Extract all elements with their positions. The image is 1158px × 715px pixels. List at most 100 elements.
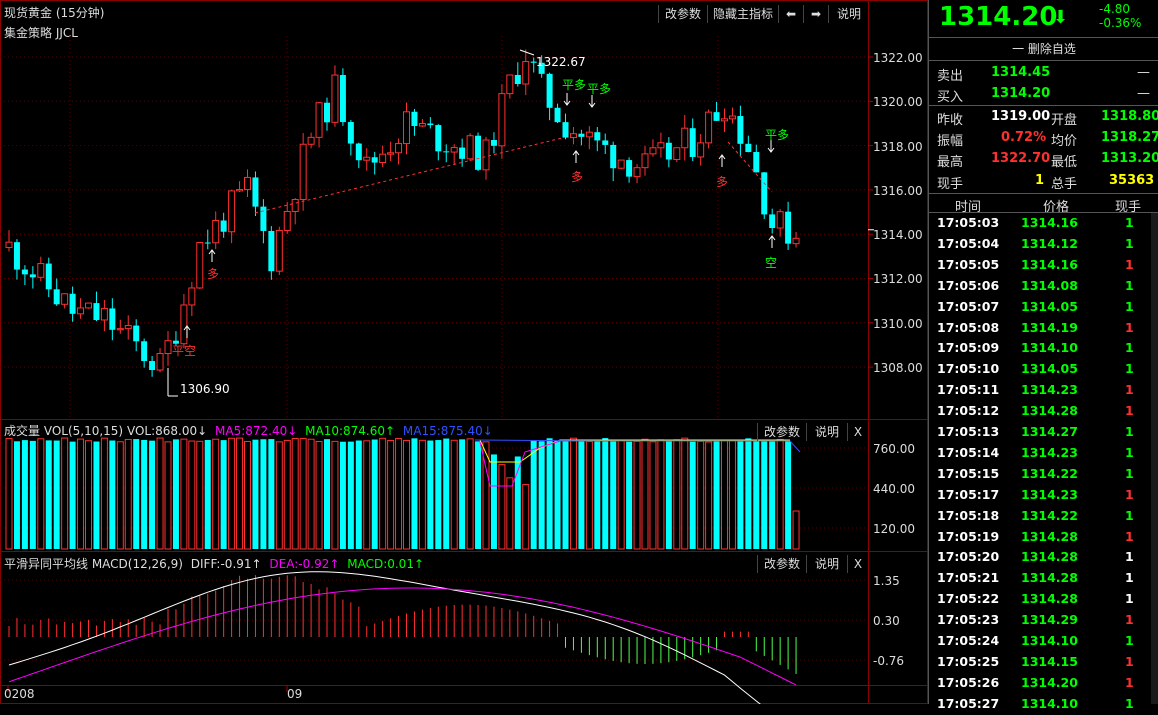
tick-list-scrollbar[interactable]	[1151, 213, 1158, 704]
macd-help-button[interactable]: 说明	[806, 555, 847, 573]
volume-bar	[466, 438, 474, 550]
volume-bar	[569, 437, 577, 550]
macd-close-icon[interactable]: X	[847, 555, 868, 573]
prev-close-label: 昨收	[937, 113, 964, 128]
tick-volume: 1	[1125, 674, 1134, 690]
price-tick: 1308.00	[873, 361, 923, 375]
candle-body	[61, 293, 69, 305]
candle-body	[204, 242, 211, 244]
candle-body	[260, 206, 267, 231]
macd-value: MACD:0.01↑	[347, 557, 425, 571]
tick-time: 17:05:13	[937, 424, 1000, 439]
tick-price: 1314.05	[1021, 361, 1078, 377]
tick-time: 17:05:17	[937, 486, 1000, 502]
tick-price: 1314.19	[1021, 319, 1078, 335]
price-tick: 1314.00	[873, 228, 923, 242]
high-label: 最高	[937, 155, 964, 170]
tick-row: 17:05:24 1314.10 1	[929, 631, 1151, 652]
tick-price: 1314.28	[1021, 570, 1078, 586]
candle-body	[506, 74, 514, 95]
price-tick: 1310.00	[873, 317, 923, 331]
tick-time: 17:05:03	[937, 215, 1000, 230]
volume-bar	[387, 439, 395, 550]
chart-area[interactable]: 现货黄金 (15分钟) 集金策略 JJCL 改参数 隐藏主指标 ⬅ ➡ 说明 成…	[0, 0, 928, 704]
tick-row: 17:05:12 1314.28 1	[929, 401, 1151, 422]
candle-body	[355, 143, 362, 161]
candle-body	[737, 116, 744, 144]
tick-row: 17:05:27 1314.10 1	[929, 694, 1151, 715]
candle-body	[244, 176, 251, 191]
volume-bar	[116, 441, 124, 550]
candle-body	[657, 142, 665, 149]
tick-row: 17:05:14 1314.23 1	[929, 443, 1151, 464]
candle-body	[220, 220, 227, 232]
tick-row: 17:05:10 1314.05 1	[929, 359, 1151, 380]
macd-params-button[interactable]: 改参数	[757, 555, 806, 573]
current-volume-label: 现手	[937, 177, 964, 192]
tick-volume: 1	[1125, 591, 1134, 607]
tick-row: 17:05:15 1314.22 1	[929, 464, 1151, 485]
volume-bar	[85, 440, 92, 550]
volume-bar	[705, 441, 713, 550]
volume-bar	[427, 440, 434, 549]
candle-body	[180, 304, 188, 345]
candle-body	[689, 128, 696, 157]
volume-bar	[141, 439, 148, 549]
candle-body	[602, 140, 609, 145]
open-value: 1318.80	[1101, 109, 1158, 124]
tick-volume: 1	[1125, 465, 1134, 481]
volume-tick: 440.00	[873, 482, 915, 496]
volume-close-icon[interactable]: X	[847, 423, 868, 441]
buy-label: 买入	[937, 90, 964, 105]
volume-bar	[93, 441, 100, 549]
stats-row-2: 振幅 0.72% 均价 1318.27	[929, 128, 1158, 149]
candle-body	[411, 111, 418, 126]
candle-body	[37, 263, 45, 278]
tick-row: 17:05:09 1314.10 1	[929, 338, 1151, 359]
volume-bar	[324, 439, 330, 549]
candle-body	[776, 211, 784, 229]
tick-volume: 1	[1125, 695, 1134, 711]
candle-body	[626, 160, 633, 177]
candle-body	[331, 74, 339, 123]
tick-row: 17:05:17 1314.23 1	[929, 485, 1151, 506]
candle-body	[721, 118, 728, 122]
volume-bar	[252, 439, 259, 549]
price-change: -4.80	[1099, 2, 1131, 16]
volume-bar	[562, 440, 569, 549]
candle-body	[307, 136, 315, 145]
candle-body	[371, 157, 378, 163]
volume-bar	[418, 439, 426, 550]
candle-body	[324, 102, 330, 123]
candle-body	[109, 308, 116, 330]
low-value: 1313.20	[1101, 151, 1158, 166]
candle-body	[705, 111, 713, 144]
x-axis-label: 0208	[4, 687, 35, 701]
tick-price: 1314.28	[1021, 403, 1078, 419]
tick-volume: 1	[1125, 298, 1134, 314]
tick-time: 17:05:08	[937, 319, 1000, 335]
open-label: 开盘	[1051, 113, 1078, 128]
tick-price: 1314.16	[1021, 256, 1078, 272]
remove-watchlist-button[interactable]: 一 删除自选	[929, 38, 1158, 60]
tick-price: 1314.16	[1021, 215, 1078, 230]
candle-body	[100, 307, 108, 321]
volume-params-button[interactable]: 改参数	[757, 423, 806, 441]
macd-dea-line	[8, 587, 797, 686]
tick-price: 1314.10	[1021, 340, 1078, 356]
volume-bar	[594, 439, 601, 549]
tick-list[interactable]: 17:05:03 1314.16 1 17:05:04 1314.12 1 17:05:05…	[929, 213, 1151, 711]
volume-help-button[interactable]: 说明	[806, 423, 847, 441]
candle-body	[53, 289, 60, 305]
candle-body	[77, 307, 85, 315]
candle-body	[299, 143, 307, 200]
candle-body	[728, 115, 736, 120]
price-down-icon: ⬇	[1053, 7, 1069, 28]
candle-body	[673, 147, 681, 160]
candle-body	[156, 353, 164, 371]
current-volume-value: 1	[1035, 173, 1045, 188]
signal-label: 平多	[562, 78, 587, 92]
buy-price: 1314.20	[991, 86, 1051, 101]
volume-bar	[5, 437, 13, 550]
volume-bar	[641, 438, 649, 550]
